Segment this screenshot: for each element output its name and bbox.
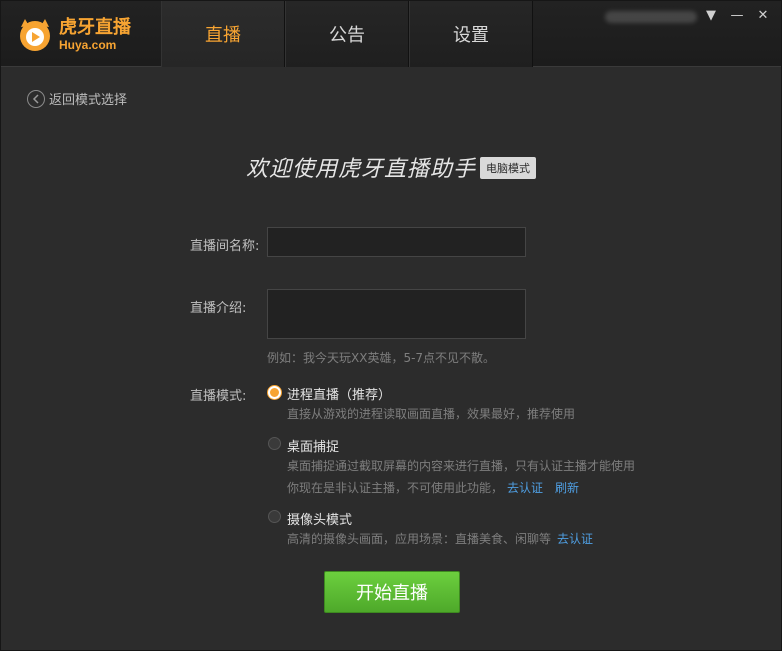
option-desktop-capture-desc: 桌面捕捉通过截取屏幕的内容来进行直播，只有认证主播才能使用 [287, 459, 636, 473]
radio-camera-mode[interactable] [268, 510, 281, 523]
refresh-link[interactable]: 刷新 [555, 481, 579, 495]
option-desktop-capture-status: 你现在是非认证主播，不可使用此功能， 去认证 刷新 [287, 479, 579, 496]
option-camera-mode-desc: 高清的摄像头画面，应用场景：直播美食、闲聊等 [287, 532, 552, 546]
desktop-capture-status-text: 你现在是非认证主播，不可使用此功能， [287, 481, 504, 495]
option-process-live-title: 进程直播（推荐） [287, 388, 392, 403]
app-window: 虎牙直播 Huya.com 直播 公告 设置 ▼ — ✕ 返回模式选择 欢迎使用… [0, 0, 782, 651]
option-camera-mode-desc-row: 高清的摄像头画面，应用场景：直播美食、闲聊等 去认证 [287, 530, 593, 547]
top-bar: 虎牙直播 Huya.com 直播 公告 设置 ▼ — ✕ [1, 1, 781, 67]
option-camera-mode-title: 摄像头模式 [287, 513, 353, 528]
logo-english-text: Huya.com [59, 38, 117, 52]
intro-label: 直播介绍: [190, 301, 247, 316]
back-to-mode-select-link[interactable]: 返回模式选择 [27, 89, 127, 108]
start-live-button[interactable]: 开始直播 [324, 571, 460, 613]
huya-logo: 虎牙直播 Huya.com [15, 16, 131, 54]
welcome-header: 欢迎使用虎牙直播助手 电脑模式 [1, 151, 781, 183]
room-name-label: 直播间名称: [190, 239, 260, 254]
intro-hint: 例如：我今天玩XX英雄，5-7点不见不散。 [267, 351, 496, 365]
camera-go-verify-link[interactable]: 去认证 [557, 532, 593, 546]
mode-badge: 电脑模式 [480, 157, 536, 179]
radio-process-live[interactable] [268, 386, 281, 399]
user-name-blurred [605, 11, 697, 23]
dropdown-menu-icon[interactable]: ▼ [703, 7, 719, 23]
chevron-left-icon [27, 89, 45, 108]
close-icon[interactable]: ✕ [755, 7, 771, 23]
window-controls: ▼ — ✕ [703, 7, 771, 23]
option-process-live-desc: 直接从游戏的进程读取画面直播，效果最好，推荐使用 [287, 407, 576, 421]
page-title: 欢迎使用虎牙直播助手 [245, 157, 476, 182]
mode-label: 直播模式: [190, 389, 247, 404]
logo-chinese-text: 虎牙直播 [59, 17, 131, 38]
tab-settings[interactable]: 设置 [409, 1, 533, 67]
tab-announcement[interactable]: 公告 [285, 1, 409, 67]
back-label: 返回模式选择 [49, 93, 128, 108]
huya-logo-icon [15, 17, 55, 53]
radio-desktop-capture[interactable] [268, 437, 281, 450]
main-tabs: 直播 公告 设置 [161, 1, 533, 67]
option-desktop-capture-title: 桌面捕捉 [287, 440, 340, 455]
go-verify-link[interactable]: 去认证 [507, 481, 543, 495]
tab-live[interactable]: 直播 [161, 1, 285, 67]
minimize-icon[interactable]: — [729, 7, 745, 23]
room-name-input[interactable] [267, 227, 526, 257]
intro-textarea[interactable] [267, 289, 526, 339]
